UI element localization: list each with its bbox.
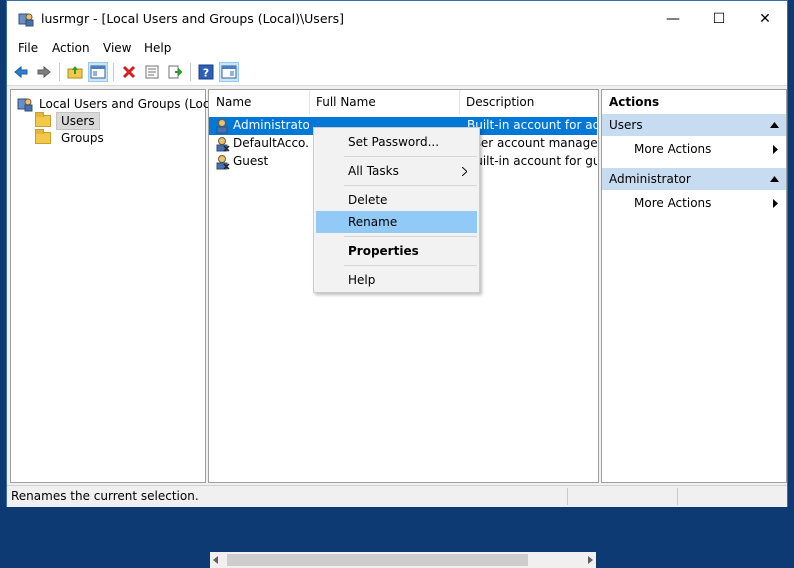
show-hide-action-pane-button[interactable] (219, 62, 239, 82)
context-separator (344, 156, 477, 157)
forward-button[interactable] (34, 62, 54, 82)
menu-file[interactable]: File (18, 41, 38, 55)
status-divider (677, 488, 678, 505)
section-header-label: Users (609, 118, 643, 132)
svg-text:?: ? (203, 67, 209, 80)
export-list-icon (168, 65, 183, 79)
menu-view[interactable]: View (103, 41, 131, 55)
scroll-left-icon[interactable] (212, 556, 220, 564)
minimize-button[interactable]: — (650, 1, 696, 37)
actions-title: Actions (609, 95, 660, 109)
show-hide-tree-button[interactable] (88, 62, 108, 82)
toolbar-separator (190, 63, 191, 81)
more-actions-label: More Actions (634, 196, 712, 210)
menu-help[interactable]: Help (144, 41, 171, 55)
column-header-full-name[interactable]: Full Name (310, 90, 460, 114)
delete-button[interactable] (119, 62, 139, 82)
up-one-level-button[interactable] (65, 62, 85, 82)
actions-section-users[interactable]: Users (602, 114, 786, 136)
properties-icon (145, 65, 159, 79)
back-arrow-icon (14, 65, 28, 79)
tree-root[interactable]: Local Users and Groups (Local) (17, 96, 225, 112)
show-hide-tree-icon (90, 65, 106, 79)
users-more-actions[interactable]: More Actions (602, 138, 786, 160)
menu-bar: File Action View Help (7, 37, 787, 59)
collapse-up-icon (770, 176, 779, 182)
folder-icon (35, 129, 51, 144)
window-title: lusrmgr - [Local Users and Groups (Local… (41, 11, 345, 26)
column-header-name[interactable]: Name (210, 90, 310, 114)
row-name: Administrator (233, 118, 309, 132)
actions-pane: Actions Users More Actions Administrator… (601, 89, 787, 483)
minimize-icon: — (666, 11, 680, 27)
tree-item-label: Groups (61, 131, 104, 145)
status-divider (567, 488, 568, 505)
status-text: Renames the current selection. (11, 489, 199, 503)
user-icon (216, 137, 230, 152)
export-list-button[interactable] (165, 62, 185, 82)
context-item-label: All Tasks (348, 164, 399, 178)
context-set-password[interactable]: Set Password... (316, 131, 477, 153)
tree-item-groups[interactable]: Groups (35, 129, 109, 146)
maximize-button[interactable]: ☐ (696, 1, 742, 37)
more-actions-label: More Actions (634, 142, 712, 156)
row-description: Built-in account for adm (467, 118, 597, 132)
submenu-chevron-icon (462, 167, 467, 176)
tree-pane: Local Users and Groups (Local) Users Gro… (10, 89, 225, 483)
context-separator (344, 236, 477, 237)
tree-item-label: Users (56, 112, 100, 130)
scrollbar-thumb[interactable] (227, 554, 528, 566)
row-name: Guest (233, 154, 269, 168)
context-all-tasks[interactable]: All Tasks (316, 160, 477, 182)
maximize-icon: ☐ (712, 11, 726, 27)
context-separator (344, 265, 477, 266)
help-icon: ? (198, 64, 214, 80)
submenu-arrow-icon (773, 199, 778, 208)
scroll-right-icon[interactable] (586, 556, 594, 564)
actions-section-administrator[interactable]: Administrator (602, 168, 786, 190)
administrator-more-actions[interactable]: More Actions (602, 192, 786, 214)
row-description: Built-in account for gues (467, 154, 597, 168)
menu-action[interactable]: Action (52, 41, 90, 55)
context-separator (344, 185, 477, 186)
collapse-up-icon (770, 122, 779, 128)
row-description: user account managed (467, 136, 597, 150)
context-help[interactable]: Help (316, 269, 477, 291)
context-delete[interactable]: Delete (316, 189, 477, 211)
tree-root-label: Local Users and Groups (Local) (39, 97, 225, 111)
up-folder-icon (67, 66, 83, 79)
context-menu: Set Password... All Tasks Delete Rename … (313, 127, 480, 293)
status-bar: Renames the current selection. (7, 485, 787, 507)
horizontal-scrollbar[interactable] (210, 552, 596, 568)
close-button[interactable]: ✕ (742, 1, 788, 37)
help-button[interactable]: ? (196, 62, 216, 82)
tree-item-users[interactable]: Users (35, 112, 100, 130)
submenu-arrow-icon (773, 145, 778, 154)
section-header-label: Administrator (609, 172, 691, 186)
row-name: DefaultAcco... (233, 136, 309, 150)
toolbar-separator (113, 63, 114, 81)
user-icon (216, 119, 228, 134)
folder-icon (35, 112, 51, 127)
user-icon (216, 155, 230, 170)
properties-button[interactable] (142, 62, 162, 82)
context-properties[interactable]: Properties (316, 240, 477, 262)
column-header-description[interactable]: Description (460, 90, 597, 114)
delete-icon (122, 65, 136, 79)
title-bar: lusrmgr - [Local Users and Groups (Local… (7, 1, 787, 37)
show-hide-action-pane-icon (221, 65, 237, 79)
users-app-icon (18, 13, 34, 27)
users-groups-icon (17, 98, 33, 112)
forward-arrow-icon (37, 65, 51, 79)
toolbar: ? (7, 59, 787, 86)
close-icon: ✕ (759, 11, 771, 27)
toolbar-separator (59, 63, 60, 81)
back-button[interactable] (11, 62, 31, 82)
context-rename[interactable]: Rename (316, 211, 477, 233)
